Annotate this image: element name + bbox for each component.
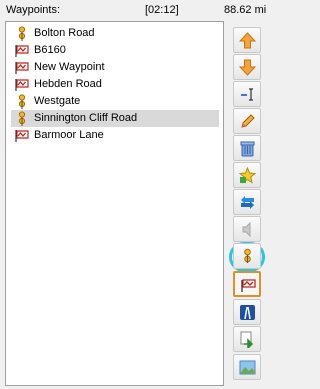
waypoint-row[interactable]: Westgate [11,93,219,110]
favorite-button[interactable] [233,162,261,188]
waypoint-label: Hebden Road [34,78,102,90]
swap-arrows-icon [241,196,254,209]
waypoint-label: Bolton Road [34,27,95,39]
move-down-button[interactable] [233,54,261,80]
arrow-down-icon [239,59,256,76]
voice-button[interactable] [233,216,261,242]
set-road-button[interactable] [233,271,261,297]
move-up-button[interactable] [233,27,261,53]
star-plus-icon [239,167,256,184]
waypoint-row[interactable]: New Waypoint [11,59,219,76]
total-distance: 88.62 mi [224,4,267,16]
waypoint-label: New Waypoint [34,61,105,73]
road-flag-icon [241,279,256,292]
reverse-button[interactable] [233,189,261,215]
total-time: [02:12] [145,4,179,16]
text-cursor-icon [241,88,253,101]
delete-button[interactable] [233,135,261,161]
waypoint-row[interactable]: Hebden Road [11,76,219,93]
waypoint-label: Sinnington Cliff Road [34,112,138,124]
landscape-icon [239,360,256,375]
waypoint-toolbar [229,21,265,386]
arrow-up-icon [239,32,256,49]
edit-button[interactable] [233,108,261,134]
import-arrow-icon [240,331,254,348]
waypoint-label: Barmoor Lane [34,129,104,141]
waypoint-list[interactable]: Bolton Road B6160 New Waypoint Hebden Ro… [5,21,224,386]
pin-icon [15,111,29,126]
road-flag-icon [15,43,29,58]
pin-icon [15,94,29,109]
waypoint-row[interactable]: Barmoor Lane [11,127,219,144]
road-flag-icon [15,60,29,75]
waypoints-title: Waypoints: [6,4,61,16]
motorway-button[interactable] [233,299,261,325]
pin-icon [244,248,251,263]
waypoint-label: B6160 [34,44,66,56]
speaker-icon [242,221,251,238]
map-view-button[interactable] [233,354,261,380]
waypoint-row[interactable]: B6160 [11,42,219,59]
highway-icon [240,305,255,320]
waypoint-row[interactable]: Bolton Road [11,25,219,42]
road-flag-icon [15,77,29,92]
trash-icon [240,141,255,157]
road-flag-icon [15,128,29,143]
pin-icon [15,26,29,41]
rename-button[interactable] [233,81,261,107]
set-pin-button[interactable] [233,243,261,269]
pencil-icon [241,114,255,128]
import-button[interactable] [233,326,261,352]
waypoint-label: Westgate [34,95,81,107]
waypoints-header: Waypoints: [02:12] 88.62 mi [0,0,268,20]
waypoint-row-selected[interactable]: Sinnington Cliff Road [11,110,219,127]
